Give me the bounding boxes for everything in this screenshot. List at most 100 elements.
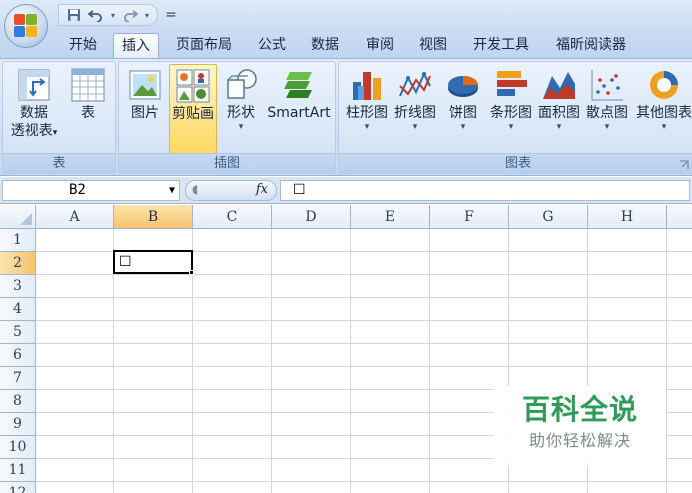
- row-header-2[interactable]: 2: [0, 252, 36, 275]
- tab-view[interactable]: 视图: [411, 33, 455, 58]
- column-header-a[interactable]: A: [36, 205, 114, 229]
- tab-formulas[interactable]: 公式: [250, 33, 294, 58]
- save-icon[interactable]: [65, 6, 83, 24]
- watermark-subtitle: 助你轻松解决: [528, 431, 631, 450]
- column-header-partial[interactable]: [667, 205, 692, 229]
- pivot-table-dropdown-icon[interactable]: ▾: [53, 128, 58, 138]
- row-header-12[interactable]: 12: [0, 482, 36, 493]
- scatter-chart-icon: [588, 66, 626, 104]
- office-button[interactable]: [4, 4, 48, 48]
- row-header-3[interactable]: 3: [0, 275, 36, 298]
- bar-chart-button[interactable]: 条形图 ▾: [487, 64, 535, 132]
- formula-handle-icon[interactable]: ◖: [192, 182, 198, 196]
- dialog-launcher-icon[interactable]: [679, 160, 689, 170]
- gridline: [36, 481, 692, 482]
- column-header-h[interactable]: H: [588, 205, 667, 229]
- other-charts-label: 其他图表: [636, 105, 692, 121]
- title-bar: ▾ ▾ =: [0, 0, 692, 32]
- gridline: [666, 229, 667, 493]
- fill-handle[interactable]: [189, 270, 194, 275]
- line-chart-button[interactable]: 折线图 ▾: [391, 64, 439, 132]
- area-chart-dropdown-icon[interactable]: ▾: [535, 122, 583, 132]
- smartart-icon: [280, 66, 318, 104]
- tab-home[interactable]: 开始: [58, 33, 108, 58]
- area-chart-button[interactable]: 面积图 ▾: [535, 64, 583, 132]
- scatter-chart-dropdown-icon[interactable]: ▾: [583, 122, 631, 132]
- row-header-10[interactable]: 10: [0, 436, 36, 459]
- customize-qat-icon[interactable]: =: [162, 6, 180, 24]
- line-chart-dropdown-icon[interactable]: ▾: [391, 122, 439, 132]
- clipart-button[interactable]: 剪贴画: [169, 64, 217, 154]
- group-table: 数据 透视表▾ 表 表: [2, 61, 116, 174]
- pie-chart-button[interactable]: 饼图 ▾: [441, 64, 485, 132]
- gridline: [429, 229, 430, 493]
- other-charts-button[interactable]: 其他图表 ▾: [633, 64, 692, 132]
- smartart-button[interactable]: SmartArt: [263, 64, 335, 122]
- row-header-1[interactable]: 1: [0, 229, 36, 252]
- quick-access-toolbar: ▾ ▾: [58, 4, 158, 26]
- tab-developer[interactable]: 开发工具: [464, 33, 538, 58]
- name-box[interactable]: B2 ▼: [2, 180, 180, 201]
- row-header-11[interactable]: 11: [0, 459, 36, 482]
- gridline: [36, 343, 692, 344]
- formula-controls: ◖ fx: [185, 180, 277, 201]
- row-header-9[interactable]: 9: [0, 413, 36, 436]
- scatter-chart-button[interactable]: 散点图 ▾: [583, 64, 631, 132]
- shapes-button[interactable]: 形状 ▾: [221, 64, 261, 132]
- other-charts-icon: [645, 66, 683, 104]
- scatter-chart-label: 散点图: [586, 105, 628, 121]
- undo-icon[interactable]: [87, 6, 105, 24]
- row-header-8[interactable]: 8: [0, 390, 36, 413]
- gridline: [271, 229, 272, 493]
- row-header-6[interactable]: 6: [0, 344, 36, 367]
- column-header-c[interactable]: C: [193, 205, 272, 229]
- formula-input[interactable]: ☐: [280, 180, 690, 201]
- column-chart-dropdown-icon[interactable]: ▾: [343, 122, 391, 132]
- picture-button[interactable]: 图片: [123, 64, 167, 122]
- pivot-table-label-line2: 透视表▾: [7, 122, 61, 142]
- pivot-table-button[interactable]: 数据 透视表▾: [7, 64, 61, 142]
- clipart-icon: [174, 67, 212, 105]
- area-chart-label: 面积图: [538, 105, 580, 121]
- gridline: [36, 366, 692, 367]
- ribbon-tabs: 开始 插入 页面布局 公式 数据 审阅 视图 开发工具 福昕阅读器: [0, 32, 692, 58]
- table-button[interactable]: 表: [65, 64, 111, 122]
- tab-insert[interactable]: 插入: [113, 33, 159, 58]
- name-box-value: B2: [69, 182, 86, 198]
- redo-icon[interactable]: [121, 6, 139, 24]
- group-charts: 柱形图 ▾ 折线图 ▾ 饼图 ▾ 条形图 ▾ 面积图 ▾ 散点图 ▾ 其他图表 …: [338, 61, 692, 174]
- column-header-g[interactable]: G: [509, 205, 588, 229]
- table-label: 表: [81, 105, 95, 121]
- column-chart-icon: [348, 66, 386, 104]
- bar-chart-icon: [492, 66, 530, 104]
- group-illustrations-label: 插图: [119, 153, 335, 173]
- active-cell-b2[interactable]: ☐: [113, 250, 193, 274]
- ribbon: 数据 透视表▾ 表 表 图片 剪贴画 形状 ▾ SmartArt 插图 柱形图 …: [0, 58, 692, 176]
- column-header-d[interactable]: D: [272, 205, 351, 229]
- area-chart-icon: [540, 66, 578, 104]
- tab-data[interactable]: 数据: [303, 33, 347, 58]
- column-header-f[interactable]: F: [430, 205, 509, 229]
- insert-function-button[interactable]: fx: [256, 182, 268, 197]
- picture-label: 图片: [131, 105, 159, 121]
- column-header-b[interactable]: B: [114, 205, 193, 229]
- name-box-dropdown-icon[interactable]: ▼: [169, 181, 175, 200]
- tab-page-layout[interactable]: 页面布局: [167, 33, 241, 58]
- redo-dropdown-icon[interactable]: ▾: [143, 6, 151, 24]
- select-all-icon: [20, 213, 32, 225]
- row-header-5[interactable]: 5: [0, 321, 36, 344]
- row-header-4[interactable]: 4: [0, 298, 36, 321]
- tab-review[interactable]: 审阅: [358, 33, 402, 58]
- shapes-icon: [222, 66, 260, 104]
- select-all-button[interactable]: [0, 205, 36, 229]
- pie-chart-dropdown-icon[interactable]: ▾: [441, 122, 485, 132]
- column-chart-button[interactable]: 柱形图 ▾: [343, 64, 391, 132]
- shapes-dropdown-icon[interactable]: ▾: [221, 122, 261, 132]
- group-charts-label: 图表: [339, 153, 692, 173]
- undo-dropdown-icon[interactable]: ▾: [109, 6, 117, 24]
- other-charts-dropdown-icon[interactable]: ▾: [633, 122, 692, 132]
- tab-foxit-reader[interactable]: 福昕阅读器: [547, 33, 635, 58]
- bar-chart-dropdown-icon[interactable]: ▾: [487, 122, 535, 132]
- row-header-7[interactable]: 7: [0, 367, 36, 390]
- column-header-e[interactable]: E: [351, 205, 430, 229]
